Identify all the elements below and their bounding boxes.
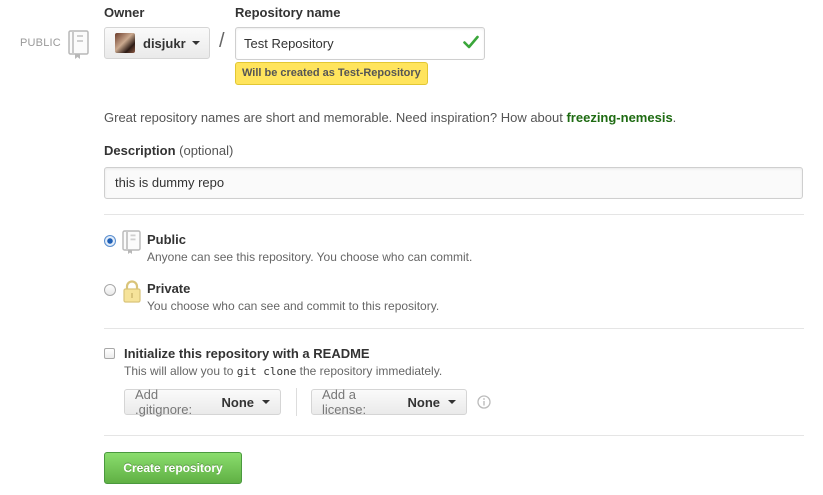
license-label: Add a license: [322, 387, 367, 417]
avatar [115, 33, 135, 53]
visibility-badge: PUBLIC [20, 37, 61, 49]
gitignore-label: Add .gitignore: [135, 387, 193, 417]
readme-sub-before: This will allow you to [124, 364, 237, 378]
hint-text: Great repository names are short and mem… [104, 110, 567, 125]
chevron-down-icon [191, 41, 200, 45]
hint-end: . [672, 110, 677, 125]
suggested-name-link[interactable]: freezing-nemesis [566, 110, 672, 125]
repo-book-icon [122, 230, 141, 254]
readme-sub-after: the repository immediately. [296, 364, 443, 378]
readme-title: Initialize this repository with a README [124, 346, 370, 361]
readme-description: This will allow you to git clone the rep… [124, 364, 442, 378]
repository-name-label: Repository name [235, 5, 341, 20]
divider [104, 328, 804, 329]
chevron-down-icon [262, 400, 270, 404]
description-input[interactable]: this is dummy repo [104, 167, 803, 199]
chevron-down-icon [448, 400, 456, 404]
public-radio[interactable] [104, 235, 116, 247]
divider [104, 214, 804, 215]
lock-icon [123, 280, 141, 303]
license-value: None [407, 394, 441, 410]
name-hint: Great repository names are short and mem… [104, 110, 676, 125]
owner-label: Owner [104, 5, 145, 20]
info-icon[interactable] [477, 395, 491, 409]
git-clone-code: git clone [236, 365, 297, 378]
readme-checkbox[interactable] [104, 348, 115, 359]
private-radio[interactable] [104, 284, 116, 296]
description-label-text: Description [104, 143, 176, 158]
gitignore-value: None [221, 394, 255, 410]
owner-name: disjukr [143, 35, 186, 51]
description-label: Description (optional) [104, 143, 233, 158]
divider [104, 435, 804, 436]
license-select[interactable]: Add a license: None [311, 387, 467, 417]
create-repository-button[interactable]: Create repository [104, 452, 242, 484]
check-icon [463, 35, 479, 49]
owner-dropdown[interactable]: disjukr [104, 27, 210, 59]
public-description: Anyone can see this repository. You choo… [147, 250, 473, 264]
repository-name-input[interactable]: Test Repository [235, 27, 485, 60]
owner-repo-separator: / [219, 30, 225, 52]
private-title: Private [147, 281, 191, 296]
repo-name-tooltip: Will be created as Test-Repository [235, 62, 428, 85]
private-description: You choose who can see and commit to thi… [147, 299, 440, 313]
public-title: Public [147, 232, 187, 247]
repo-book-icon [68, 30, 89, 59]
select-separator [296, 388, 297, 416]
gitignore-select[interactable]: Add .gitignore: None [124, 387, 281, 417]
description-optional: (optional) [179, 143, 234, 158]
